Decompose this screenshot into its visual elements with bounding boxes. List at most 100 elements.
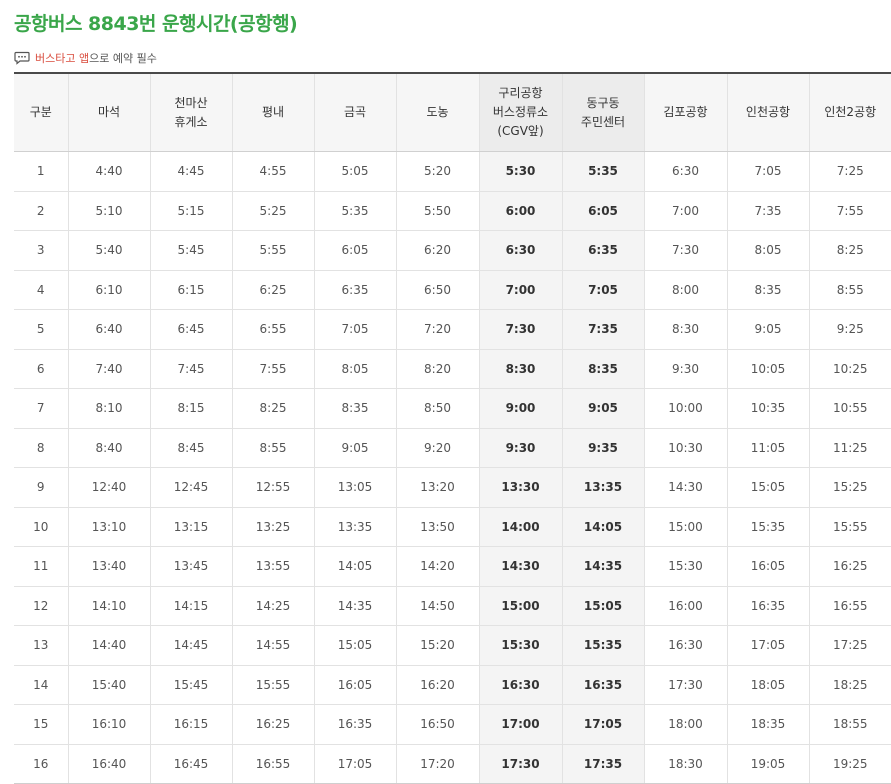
departure-time-cell: 15:30	[479, 626, 562, 666]
row-number-cell: 5	[14, 310, 68, 350]
column-header: 동구동주민센터	[562, 73, 644, 152]
departure-time-cell: 7:30	[479, 310, 562, 350]
column-header: 김포공항	[644, 73, 727, 152]
column-header-line: 김포공항	[645, 103, 727, 122]
departure-time-cell: 7:45	[150, 349, 232, 389]
departure-time-cell: 13:10	[68, 507, 150, 547]
departure-time-cell: 13:35	[314, 507, 396, 547]
departure-time-cell: 6:45	[150, 310, 232, 350]
departure-time-cell: 14:45	[150, 626, 232, 666]
row-number-cell: 1	[14, 152, 68, 192]
departure-time-cell: 15:35	[727, 507, 809, 547]
departure-time-cell: 8:10	[68, 389, 150, 429]
departure-time-cell: 4:45	[150, 152, 232, 192]
departure-time-cell: 17:30	[644, 665, 727, 705]
departure-time-cell: 13:55	[232, 547, 314, 587]
departure-time-cell: 5:50	[396, 191, 479, 231]
table-row: 1214:1014:1514:2514:3514:5015:0015:0516:…	[14, 586, 891, 626]
departure-time-cell: 13:25	[232, 507, 314, 547]
reservation-notice: 버스타고 앱으로 예약 필수	[14, 50, 157, 66]
departure-time-cell: 6:05	[562, 191, 644, 231]
departure-time-cell: 5:35	[562, 152, 644, 192]
column-header-line: 금곡	[315, 103, 396, 122]
departure-time-cell: 15:00	[644, 507, 727, 547]
table-row: 912:4012:4512:5513:0513:2013:3013:3514:3…	[14, 468, 891, 508]
departure-time-cell: 16:30	[479, 665, 562, 705]
departure-time-cell: 5:45	[150, 231, 232, 271]
departure-time-cell: 6:35	[314, 270, 396, 310]
departure-time-cell: 14:35	[562, 547, 644, 587]
table-row: 56:406:456:557:057:207:307:358:309:059:2…	[14, 310, 891, 350]
departure-time-cell: 8:35	[314, 389, 396, 429]
departure-time-cell: 8:30	[479, 349, 562, 389]
departure-time-cell: 6:20	[396, 231, 479, 271]
table-row: 1516:1016:1516:2516:3516:5017:0017:0518:…	[14, 705, 891, 745]
row-number-cell: 8	[14, 428, 68, 468]
departure-time-cell: 7:55	[232, 349, 314, 389]
departure-time-cell: 4:40	[68, 152, 150, 192]
departure-time-cell: 17:30	[479, 744, 562, 784]
departure-time-cell: 14:15	[150, 586, 232, 626]
departure-time-cell: 7:25	[809, 152, 891, 192]
departure-time-cell: 9:25	[809, 310, 891, 350]
departure-time-cell: 16:10	[68, 705, 150, 745]
column-header: 구분	[14, 73, 68, 152]
departure-time-cell: 10:25	[809, 349, 891, 389]
departure-time-cell: 15:05	[314, 626, 396, 666]
departure-time-cell: 8:20	[396, 349, 479, 389]
departure-time-cell: 16:35	[314, 705, 396, 745]
departure-time-cell: 7:00	[479, 270, 562, 310]
departure-time-cell: 14:25	[232, 586, 314, 626]
departure-time-cell: 16:40	[68, 744, 150, 784]
row-number-cell: 10	[14, 507, 68, 547]
departure-time-cell: 17:00	[479, 705, 562, 745]
departure-time-cell: 19:25	[809, 744, 891, 784]
departure-time-cell: 7:40	[68, 349, 150, 389]
app-name-link[interactable]: 버스타고 앱	[35, 50, 89, 66]
column-header: 구리공항버스정류소(CGV앞)	[479, 73, 562, 152]
departure-time-cell: 15:55	[809, 507, 891, 547]
departure-time-cell: 6:00	[479, 191, 562, 231]
departure-time-cell: 5:15	[150, 191, 232, 231]
column-header-line: 동구동	[563, 94, 644, 113]
departure-time-cell: 8:25	[232, 389, 314, 429]
departure-time-cell: 6:30	[644, 152, 727, 192]
departure-time-cell: 16:30	[644, 626, 727, 666]
column-header: 인천2공항	[809, 73, 891, 152]
departure-time-cell: 15:35	[562, 626, 644, 666]
departure-time-cell: 18:25	[809, 665, 891, 705]
column-header-line: 마석	[69, 103, 150, 122]
departure-time-cell: 17:05	[727, 626, 809, 666]
column-header: 마석	[68, 73, 150, 152]
departure-time-cell: 6:30	[479, 231, 562, 271]
departure-time-cell: 17:25	[809, 626, 891, 666]
departure-time-cell: 12:55	[232, 468, 314, 508]
departure-time-cell: 15:05	[562, 586, 644, 626]
departure-time-cell: 5:55	[232, 231, 314, 271]
departure-time-cell: 16:35	[727, 586, 809, 626]
departure-time-cell: 6:15	[150, 270, 232, 310]
departure-time-cell: 13:35	[562, 468, 644, 508]
departure-time-cell: 8:55	[809, 270, 891, 310]
row-number-cell: 16	[14, 744, 68, 784]
column-header: 천마산휴게소	[150, 73, 232, 152]
departure-time-cell: 7:20	[396, 310, 479, 350]
table-row: 14:404:454:555:055:205:305:356:307:057:2…	[14, 152, 891, 192]
column-header-line: 인천공항	[728, 103, 809, 122]
row-number-cell: 9	[14, 468, 68, 508]
column-header: 금곡	[314, 73, 396, 152]
departure-time-cell: 17:20	[396, 744, 479, 784]
table-row: 67:407:457:558:058:208:308:359:3010:0510…	[14, 349, 891, 389]
departure-time-cell: 9:30	[479, 428, 562, 468]
column-header-line: 구리공항	[480, 84, 562, 103]
column-header-line: 도농	[397, 103, 479, 122]
column-header: 평내	[232, 73, 314, 152]
departure-time-cell: 16:55	[232, 744, 314, 784]
departure-time-cell: 6:05	[314, 231, 396, 271]
departure-time-cell: 7:05	[727, 152, 809, 192]
departure-time-cell: 11:25	[809, 428, 891, 468]
departure-time-cell: 13:20	[396, 468, 479, 508]
departure-time-cell: 5:35	[314, 191, 396, 231]
departure-time-cell: 4:55	[232, 152, 314, 192]
departure-time-cell: 5:25	[232, 191, 314, 231]
